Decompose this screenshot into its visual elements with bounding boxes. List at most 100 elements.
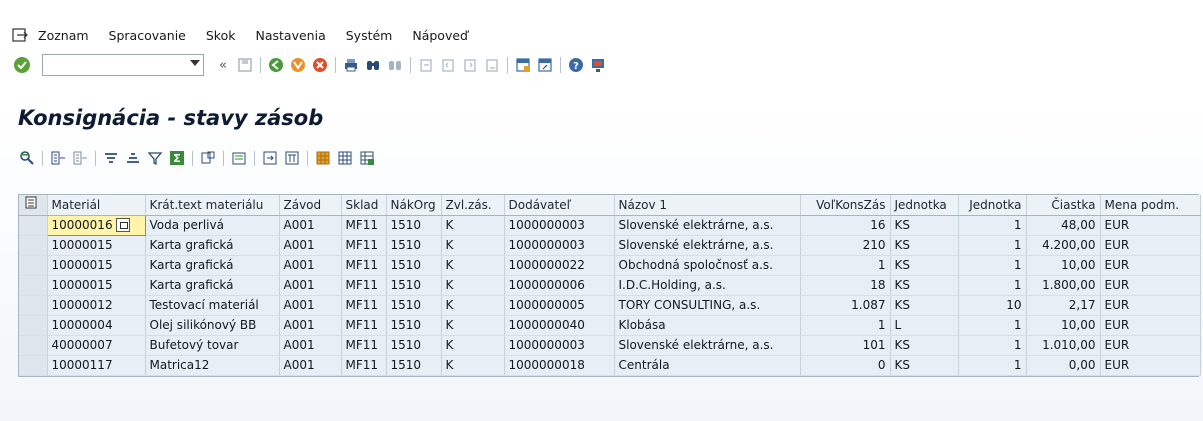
table-cell[interactable]: EUR bbox=[1100, 255, 1201, 276]
table-cell[interactable]: KS bbox=[890, 295, 959, 316]
table-cell[interactable]: 1000000003 bbox=[504, 215, 615, 236]
table-cell[interactable]: Slovenské elektrárne, a.s. bbox=[614, 235, 801, 256]
table-row[interactable]: 10000012 Testovací materiál A001 MF11 1510 K 1… bbox=[19, 295, 1201, 316]
table-cell[interactable]: KS bbox=[890, 275, 959, 296]
table-cell[interactable]: EUR bbox=[1100, 275, 1201, 296]
table-cell[interactable]: A001 bbox=[279, 275, 342, 296]
table-cell[interactable]: K bbox=[441, 255, 505, 276]
table-row[interactable]: 40000007 Bufetový tovar A001 MF11 1510 K 10000… bbox=[19, 335, 1201, 356]
table-cell[interactable]: KS bbox=[890, 215, 959, 236]
table-cell[interactable]: K bbox=[441, 335, 505, 356]
table-cell[interactable]: 1000000040 bbox=[504, 315, 615, 336]
table-cell[interactable]: EUR bbox=[1100, 235, 1201, 256]
table-cell[interactable]: 1 bbox=[958, 215, 1027, 236]
table-cell[interactable]: EUR bbox=[1100, 215, 1201, 236]
choose-layout-icon[interactable] bbox=[314, 150, 331, 167]
table-cell[interactable]: K bbox=[441, 215, 505, 236]
table-cell[interactable]: KS bbox=[890, 255, 959, 276]
sort-descending-icon[interactable] bbox=[124, 150, 141, 167]
table-cell[interactable]: 40000007 bbox=[47, 335, 146, 356]
table-row[interactable]: 10000004 Olej silikónový BB A001 MF11 1510 K 1… bbox=[19, 315, 1201, 336]
table-cell[interactable]: KS bbox=[890, 235, 959, 256]
prev-page-icon[interactable] bbox=[439, 56, 457, 74]
table-cell[interactable]: 1.010,00 bbox=[1026, 335, 1101, 356]
chevron-down-icon[interactable] bbox=[190, 60, 200, 66]
save-icon[interactable] bbox=[236, 56, 254, 74]
table-cell[interactable]: KS bbox=[890, 355, 959, 376]
table-cell[interactable]: Testovací materiál bbox=[145, 295, 280, 316]
column-header[interactable]: Čiastka bbox=[1026, 195, 1101, 216]
value-help-icon[interactable] bbox=[115, 218, 130, 233]
table-cell[interactable]: A001 bbox=[279, 315, 342, 336]
filter-icon[interactable] bbox=[146, 150, 163, 167]
table-cell[interactable]: 1.800,00 bbox=[1026, 275, 1101, 296]
subtotal-icon[interactable] bbox=[199, 150, 216, 167]
back-icon[interactable] bbox=[267, 56, 285, 74]
menu-item-system[interactable]: Systém bbox=[346, 28, 393, 43]
new-session-icon[interactable] bbox=[514, 56, 532, 74]
table-cell[interactable]: 101 bbox=[800, 335, 891, 356]
export-icon[interactable] bbox=[230, 150, 247, 167]
table-cell[interactable]: 48,00 bbox=[1026, 215, 1101, 236]
table-row[interactable]: 10000015 Karta grafická A001 MF11 1510 K 10000… bbox=[19, 235, 1201, 256]
row-selector[interactable] bbox=[19, 235, 48, 256]
exit-icon[interactable] bbox=[289, 56, 307, 74]
column-header[interactable]: Jednotka bbox=[958, 195, 1027, 216]
table-cell[interactable]: Centrála bbox=[614, 355, 801, 376]
find-next-icon[interactable] bbox=[386, 56, 404, 74]
help-icon[interactable]: ? bbox=[567, 56, 585, 74]
table-cell[interactable]: A001 bbox=[279, 335, 342, 356]
shortcut-icon[interactable] bbox=[536, 56, 554, 74]
table-cell[interactable]: 1 bbox=[958, 235, 1027, 256]
table-cell[interactable]: 10,00 bbox=[1026, 315, 1101, 336]
table-cell[interactable]: 10000012 bbox=[47, 295, 146, 316]
row-selector[interactable] bbox=[19, 255, 48, 276]
table-cell[interactable]: 1510 bbox=[386, 275, 442, 296]
command-field[interactable] bbox=[42, 54, 204, 76]
table-cell[interactable]: 0,00 bbox=[1026, 355, 1101, 376]
menu-item-skok[interactable]: Skok bbox=[206, 28, 236, 43]
menu-icon[interactable] bbox=[12, 28, 28, 42]
table-cell[interactable]: Slovenské elektrárne, a.s. bbox=[614, 215, 801, 236]
table-cell[interactable]: MF11 bbox=[341, 235, 387, 256]
column-header[interactable]: Závod bbox=[279, 195, 342, 216]
table-cell[interactable]: 1510 bbox=[386, 295, 442, 316]
table-cell[interactable]: A001 bbox=[279, 235, 342, 256]
table-cell[interactable]: Obchodná spoločnosť a.s. bbox=[614, 255, 801, 276]
table-cell[interactable]: 1000000022 bbox=[504, 255, 615, 276]
table-cell[interactable]: 1 bbox=[800, 315, 891, 336]
ok-icon[interactable] bbox=[14, 57, 30, 73]
row-selector[interactable] bbox=[19, 295, 48, 316]
table-cell[interactable]: 1 bbox=[958, 335, 1027, 356]
table-cell[interactable]: L bbox=[890, 315, 959, 336]
table-cell[interactable]: KS bbox=[890, 335, 959, 356]
table-cell[interactable]: Slovenské elektrárne, a.s. bbox=[614, 335, 801, 356]
table-cell[interactable]: EUR bbox=[1100, 295, 1201, 316]
cancel-icon[interactable] bbox=[311, 56, 329, 74]
table-cell[interactable]: MF11 bbox=[341, 275, 387, 296]
table-cell[interactable]: 1510 bbox=[386, 355, 442, 376]
table-cell[interactable]: 10000015 bbox=[47, 255, 146, 276]
table-cell[interactable]: 1510 bbox=[386, 215, 442, 236]
column-header[interactable]: VoľKonsZás bbox=[800, 195, 891, 216]
row-selector[interactable] bbox=[19, 275, 48, 296]
details-icon[interactable] bbox=[18, 150, 35, 167]
table-cell[interactable]: 1510 bbox=[386, 315, 442, 336]
table-cell[interactable]: Karta grafická bbox=[145, 255, 280, 276]
row-selector[interactable] bbox=[19, 335, 48, 356]
abc-analysis-icon[interactable] bbox=[283, 150, 300, 167]
table-cell[interactable]: 10000015 bbox=[47, 275, 146, 296]
table-cell[interactable]: 1000000006 bbox=[504, 275, 615, 296]
table-cell[interactable]: Voda perlivá bbox=[145, 215, 280, 236]
table-cell[interactable]: 1000000003 bbox=[504, 235, 615, 256]
row-selector[interactable] bbox=[19, 215, 48, 236]
table-cell[interactable]: EUR bbox=[1100, 315, 1201, 336]
find-icon[interactable] bbox=[364, 56, 382, 74]
table-cell[interactable]: 10000004 bbox=[47, 315, 146, 336]
table-cell[interactable]: TORY CONSULTING, a.s. bbox=[614, 295, 801, 316]
table-cell[interactable]: MF11 bbox=[341, 355, 387, 376]
print-preview-icon[interactable] bbox=[261, 150, 278, 167]
table-cell[interactable]: K bbox=[441, 275, 505, 296]
sort-ascending-icon[interactable] bbox=[102, 150, 119, 167]
customize-layout-icon[interactable] bbox=[589, 56, 607, 74]
